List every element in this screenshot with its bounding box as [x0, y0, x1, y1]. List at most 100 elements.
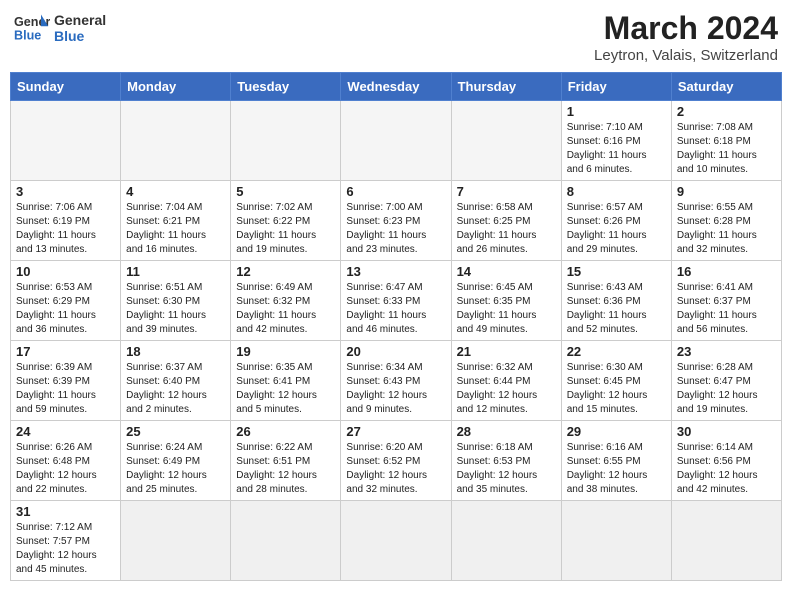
- day-info: Sunrise: 7:02 AM Sunset: 6:22 PM Dayligh…: [236, 201, 335, 257]
- day-info: Sunrise: 6:32 AM Sunset: 6:44 PM Dayligh…: [457, 361, 556, 417]
- day-info: Sunrise: 6:28 AM Sunset: 6:47 PM Dayligh…: [677, 361, 776, 417]
- day-info: Sunrise: 6:20 AM Sunset: 6:52 PM Dayligh…: [346, 441, 445, 497]
- day-number: 27: [346, 424, 445, 439]
- calendar-header-row: SundayMondayTuesdayWednesdayThursdayFrid…: [11, 73, 782, 101]
- calendar-day-cell: 10 Sunrise: 6:53 AM Sunset: 6:29 PM Dayli…: [11, 261, 121, 341]
- calendar-day-cell: 6Sunrise: 7:00 AM Sunset: 6:23 PM Daylig…: [341, 181, 451, 261]
- calendar-day-cell: 17 Sunrise: 6:39 AM Sunset: 6:39 PM Dayli…: [11, 341, 121, 421]
- day-number: 20: [346, 344, 445, 359]
- day-info: Sunrise: 7:00 AM Sunset: 6:23 PM Dayligh…: [346, 201, 445, 257]
- day-number: 1: [567, 104, 666, 119]
- title-area: March 2024 Leytron, Valais, Switzerland: [594, 10, 778, 64]
- day-info: Sunrise: 6:34 AM Sunset: 6:43 PM Dayligh…: [346, 361, 445, 417]
- day-info: Sunrise: 6:41 AM Sunset: 6:37 PM Dayligh…: [677, 281, 776, 337]
- day-of-week-header: Sunday: [11, 73, 121, 101]
- day-info: Sunrise: 6:53 AM Sunset: 6:29 PM Dayligh…: [16, 281, 115, 337]
- day-of-week-header: Thursday: [451, 73, 561, 101]
- calendar-day-cell: 18 Sunrise: 6:37 AM Sunset: 6:40 PM Dayli…: [121, 341, 231, 421]
- calendar-day-cell: [451, 101, 561, 181]
- day-number: 5: [236, 184, 335, 199]
- day-info: Sunrise: 6:14 AM Sunset: 6:56 PM Dayligh…: [677, 441, 776, 497]
- day-info: Sunrise: 6:37 AM Sunset: 6:40 PM Dayligh…: [126, 361, 225, 417]
- logo-general: General: [54, 12, 106, 28]
- day-of-week-header: Friday: [561, 73, 671, 101]
- month-title: March 2024: [594, 10, 778, 47]
- day-number: 14: [457, 264, 556, 279]
- logo-blue: Blue: [54, 28, 106, 44]
- day-of-week-header: Saturday: [671, 73, 781, 101]
- calendar-day-cell: 22Sunrise: 6:30 AM Sunset: 6:45 PM Dayli…: [561, 341, 671, 421]
- day-number: 8: [567, 184, 666, 199]
- header: General Blue General Blue March 2024 Ley…: [10, 10, 782, 64]
- calendar-day-cell: [451, 501, 561, 581]
- day-info: Sunrise: 6:30 AM Sunset: 6:45 PM Dayligh…: [567, 361, 666, 417]
- calendar-day-cell: 1 Sunrise: 7:10 AM Sunset: 6:16 PM Daylig…: [561, 101, 671, 181]
- day-info: Sunrise: 6:16 AM Sunset: 6:55 PM Dayligh…: [567, 441, 666, 497]
- day-number: 3: [16, 184, 115, 199]
- day-number: 12: [236, 264, 335, 279]
- day-number: 10: [16, 264, 115, 279]
- calendar-day-cell: 30Sunrise: 6:14 AM Sunset: 6:56 PM Dayli…: [671, 421, 781, 501]
- calendar-day-cell: 27 Sunrise: 6:20 AM Sunset: 6:52 PM Dayli…: [341, 421, 451, 501]
- calendar-day-cell: [121, 501, 231, 581]
- calendar-day-cell: 3Sunrise: 7:06 AM Sunset: 6:19 PM Daylig…: [11, 181, 121, 261]
- day-number: 24: [16, 424, 115, 439]
- calendar-week-row: 3Sunrise: 7:06 AM Sunset: 6:19 PM Daylig…: [11, 181, 782, 261]
- day-number: 9: [677, 184, 776, 199]
- day-number: 28: [457, 424, 556, 439]
- calendar-day-cell: 21 Sunrise: 6:32 AM Sunset: 6:44 PM Dayli…: [451, 341, 561, 421]
- day-info: Sunrise: 7:10 AM Sunset: 6:16 PM Dayligh…: [567, 121, 666, 177]
- day-info: Sunrise: 6:45 AM Sunset: 6:35 PM Dayligh…: [457, 281, 556, 337]
- calendar-day-cell: 9 Sunrise: 6:55 AM Sunset: 6:28 PM Daylig…: [671, 181, 781, 261]
- calendar-day-cell: 23 Sunrise: 6:28 AM Sunset: 6:47 PM Dayli…: [671, 341, 781, 421]
- day-number: 26: [236, 424, 335, 439]
- logo: General Blue General Blue: [14, 10, 106, 46]
- calendar-day-cell: 14 Sunrise: 6:45 AM Sunset: 6:35 PM Dayli…: [451, 261, 561, 341]
- calendar-day-cell: 16Sunrise: 6:41 AM Sunset: 6:37 PM Dayli…: [671, 261, 781, 341]
- calendar-day-cell: 12Sunrise: 6:49 AM Sunset: 6:32 PM Dayli…: [231, 261, 341, 341]
- day-info: Sunrise: 6:35 AM Sunset: 6:41 PM Dayligh…: [236, 361, 335, 417]
- day-info: Sunrise: 7:12 AM Sunset: 7:57 PM Dayligh…: [16, 521, 115, 577]
- day-number: 15: [567, 264, 666, 279]
- calendar-day-cell: [561, 501, 671, 581]
- day-number: 25: [126, 424, 225, 439]
- calendar-day-cell: 19 Sunrise: 6:35 AM Sunset: 6:41 PM Dayli…: [231, 341, 341, 421]
- day-number: 4: [126, 184, 225, 199]
- day-info: Sunrise: 6:39 AM Sunset: 6:39 PM Dayligh…: [16, 361, 115, 417]
- calendar-day-cell: [341, 101, 451, 181]
- day-info: Sunrise: 6:26 AM Sunset: 6:48 PM Dayligh…: [16, 441, 115, 497]
- calendar-day-cell: 20 Sunrise: 6:34 AM Sunset: 6:43 PM Dayli…: [341, 341, 451, 421]
- day-number: 19: [236, 344, 335, 359]
- day-number: 18: [126, 344, 225, 359]
- day-number: 23: [677, 344, 776, 359]
- day-info: Sunrise: 6:24 AM Sunset: 6:49 PM Dayligh…: [126, 441, 225, 497]
- calendar-week-row: 1 Sunrise: 7:10 AM Sunset: 6:16 PM Daylig…: [11, 101, 782, 181]
- calendar-day-cell: 4 Sunrise: 7:04 AM Sunset: 6:21 PM Daylig…: [121, 181, 231, 261]
- calendar-day-cell: 29Sunrise: 6:16 AM Sunset: 6:55 PM Dayli…: [561, 421, 671, 501]
- day-info: Sunrise: 6:47 AM Sunset: 6:33 PM Dayligh…: [346, 281, 445, 337]
- day-number: 21: [457, 344, 556, 359]
- day-number: 31: [16, 504, 115, 519]
- day-info: Sunrise: 6:55 AM Sunset: 6:28 PM Dayligh…: [677, 201, 776, 257]
- calendar-day-cell: 15Sunrise: 6:43 AM Sunset: 6:36 PM Dayli…: [561, 261, 671, 341]
- calendar-week-row: 17 Sunrise: 6:39 AM Sunset: 6:39 PM Dayli…: [11, 341, 782, 421]
- calendar-week-row: 31 Sunrise: 7:12 AM Sunset: 7:57 PM Dayli…: [11, 501, 782, 581]
- calendar-day-cell: [671, 501, 781, 581]
- day-number: 17: [16, 344, 115, 359]
- day-of-week-header: Monday: [121, 73, 231, 101]
- day-of-week-header: Wednesday: [341, 73, 451, 101]
- day-info: Sunrise: 7:04 AM Sunset: 6:21 PM Dayligh…: [126, 201, 225, 257]
- day-number: 11: [126, 264, 225, 279]
- calendar-day-cell: 24 Sunrise: 6:26 AM Sunset: 6:48 PM Dayli…: [11, 421, 121, 501]
- calendar-day-cell: [11, 101, 121, 181]
- svg-text:Blue: Blue: [14, 29, 41, 43]
- calendar-day-cell: 5 Sunrise: 7:02 AM Sunset: 6:22 PM Daylig…: [231, 181, 341, 261]
- calendar-table: SundayMondayTuesdayWednesdayThursdayFrid…: [10, 72, 782, 581]
- calendar-week-row: 10 Sunrise: 6:53 AM Sunset: 6:29 PM Dayli…: [11, 261, 782, 341]
- calendar-day-cell: 11Sunrise: 6:51 AM Sunset: 6:30 PM Dayli…: [121, 261, 231, 341]
- day-info: Sunrise: 6:22 AM Sunset: 6:51 PM Dayligh…: [236, 441, 335, 497]
- calendar-day-cell: 7Sunrise: 6:58 AM Sunset: 6:25 PM Daylig…: [451, 181, 561, 261]
- calendar-day-cell: 13Sunrise: 6:47 AM Sunset: 6:33 PM Dayli…: [341, 261, 451, 341]
- calendar-day-cell: [341, 501, 451, 581]
- calendar-day-cell: 28Sunrise: 6:18 AM Sunset: 6:53 PM Dayli…: [451, 421, 561, 501]
